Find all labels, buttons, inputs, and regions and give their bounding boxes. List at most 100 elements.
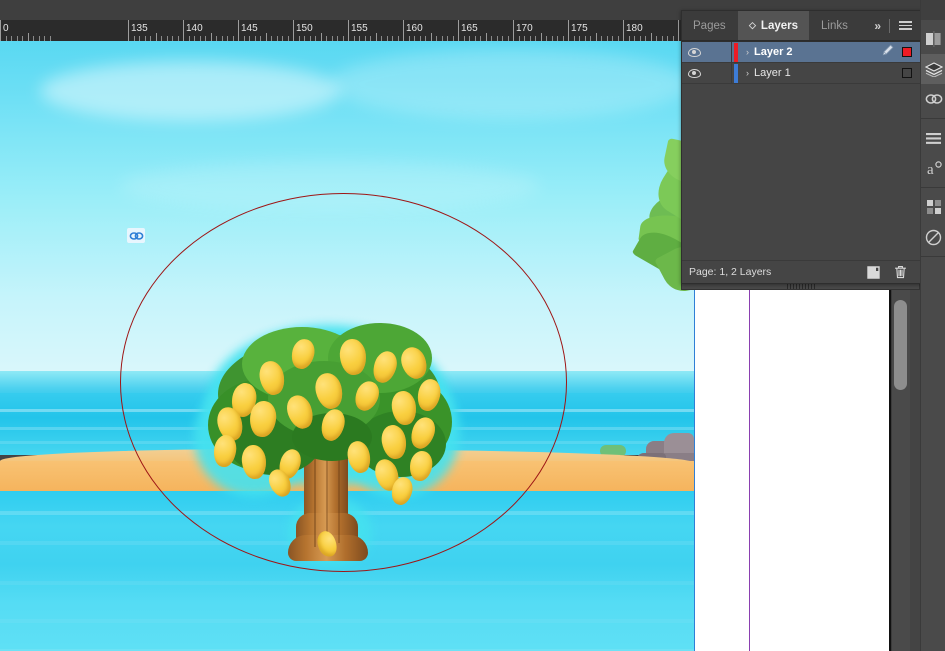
right-tool-rail[interactable]: a xyxy=(920,0,945,651)
ruler-major-tick xyxy=(623,20,624,41)
rail-group-objects xyxy=(921,188,945,257)
layers-panel-icon[interactable] xyxy=(921,54,945,84)
layer-color-chip xyxy=(734,42,738,62)
layer-lock-cell[interactable] xyxy=(706,42,732,62)
object-styles-glyph xyxy=(926,200,941,214)
ruler-minor-tick xyxy=(321,33,322,41)
divider xyxy=(889,18,890,33)
pages-glyph xyxy=(926,31,941,47)
link-chain-icon[interactable] xyxy=(127,228,145,243)
tab-links-label: Links xyxy=(821,19,848,32)
ruler-label: 170 xyxy=(516,23,533,34)
tab-pages-label: Pages xyxy=(693,19,726,32)
tab-layers-label: Layers xyxy=(760,19,799,32)
document-canvas[interactable] xyxy=(0,41,695,651)
new-layer-icon[interactable] xyxy=(867,265,880,279)
ruler-major-tick xyxy=(128,20,129,41)
chevron-right-icon[interactable]: › xyxy=(746,47,749,57)
ruler-minor-tick xyxy=(156,33,157,41)
ruler-label: 0 xyxy=(3,23,9,34)
paragraph-styles-icon[interactable] xyxy=(921,123,945,153)
ruler-label: 165 xyxy=(461,23,478,34)
layer-row[interactable]: › Layer 2 xyxy=(682,42,921,63)
layer-target-indicator[interactable] xyxy=(902,68,912,78)
artwork-image xyxy=(0,41,694,651)
rail-group-styles: a xyxy=(921,119,945,188)
panel-tabbar: Pages ◇ Layers Links » xyxy=(682,11,921,41)
eye-icon xyxy=(687,68,701,78)
layer-visibility-toggle[interactable] xyxy=(682,47,706,57)
ruler-minor-tick xyxy=(486,33,487,41)
layer-color-chip xyxy=(734,63,738,83)
ruler-minor-tick xyxy=(211,33,212,41)
ruler-major-tick xyxy=(458,20,459,41)
link-chain-glyph xyxy=(129,231,143,240)
tab-layers[interactable]: ◇ Layers xyxy=(738,11,810,40)
layers-panel-footer: Page: 1, 2 Layers xyxy=(682,260,921,283)
rail-top-spacer xyxy=(921,0,945,20)
ruler-label: 145 xyxy=(241,23,258,34)
ruler-major-tick xyxy=(513,20,514,41)
layers-status-text: Page: 1, 2 Layers xyxy=(689,266,772,278)
layer-list[interactable]: › Layer 2 › Layer 1 xyxy=(682,42,921,238)
ruler-major-tick xyxy=(403,20,404,41)
layer-row[interactable]: › Layer 1 xyxy=(682,63,921,84)
ruler-minor-tick xyxy=(596,33,597,41)
ruler-minor-tick xyxy=(28,33,29,41)
layer-lock-cell[interactable] xyxy=(706,63,732,83)
ruler-minor-tick xyxy=(541,33,542,41)
ruler-minor-tick xyxy=(651,33,652,41)
ruler-major-tick xyxy=(0,20,1,41)
ruler-major-tick xyxy=(238,20,239,41)
ruler-label: 175 xyxy=(571,23,588,34)
layers-panel[interactable]: Pages ◇ Layers Links » › Layer 2 › Layer 1 … xyxy=(681,10,922,284)
ruler-label: 135 xyxy=(131,23,148,34)
character-styles-glyph: a xyxy=(927,160,942,176)
vertical-scrollbar-thumb[interactable] xyxy=(894,300,907,390)
ruler-major-tick xyxy=(568,20,569,41)
trash-icon[interactable] xyxy=(894,265,907,279)
effects-glyph xyxy=(925,229,942,245)
layer-name: Layer 2 xyxy=(754,46,793,58)
effects-icon[interactable] xyxy=(921,222,945,252)
panel-dock-icon: ◇ xyxy=(749,20,756,30)
editor-window: 0135140145150155160165170175180185190 xyxy=(0,0,945,651)
pencil-icon[interactable] xyxy=(882,43,894,61)
cloud-shape xyxy=(40,61,340,121)
ruler-minor-tick xyxy=(266,33,267,41)
ruler-label: 155 xyxy=(351,23,368,34)
panel-tab-actions: » xyxy=(874,11,921,40)
document-page xyxy=(695,290,898,651)
ruler-major-tick xyxy=(348,20,349,41)
chevron-double-right-icon[interactable]: » xyxy=(874,19,881,33)
links-glyph xyxy=(925,94,942,104)
tab-links[interactable]: Links xyxy=(810,11,859,40)
ruler-label: 180 xyxy=(626,23,643,34)
chevron-right-icon[interactable]: › xyxy=(746,68,749,78)
layer-name: Layer 1 xyxy=(754,67,791,79)
ruler-major-tick xyxy=(678,20,679,41)
layer-target-indicator[interactable] xyxy=(902,47,912,57)
vertical-guide[interactable] xyxy=(749,290,750,651)
hamburger-menu-icon[interactable] xyxy=(899,21,912,30)
cloud-shape xyxy=(330,49,690,119)
ruler-minor-tick xyxy=(376,33,377,41)
character-styles-icon[interactable]: a xyxy=(921,153,945,183)
layer-visibility-toggle[interactable] xyxy=(682,68,706,78)
eye-icon xyxy=(687,47,701,57)
trash-glyph xyxy=(894,266,907,279)
object-styles-icon[interactable] xyxy=(921,192,945,222)
tab-pages[interactable]: Pages xyxy=(682,11,737,40)
pages-panel-icon[interactable] xyxy=(921,24,945,54)
rail-group-panels xyxy=(921,20,945,119)
ruler-minor-tick xyxy=(431,33,432,41)
ruler-major-tick xyxy=(293,20,294,41)
ruler-label: 160 xyxy=(406,23,423,34)
eye-pupil xyxy=(692,50,696,54)
ruler-major-tick xyxy=(183,20,184,41)
links-panel-icon[interactable] xyxy=(921,84,945,114)
paragraph-styles-glyph xyxy=(926,132,941,144)
ellipse-selection-path[interactable] xyxy=(120,193,567,572)
eye-pupil xyxy=(692,71,696,75)
ruler-label: 150 xyxy=(296,23,313,34)
